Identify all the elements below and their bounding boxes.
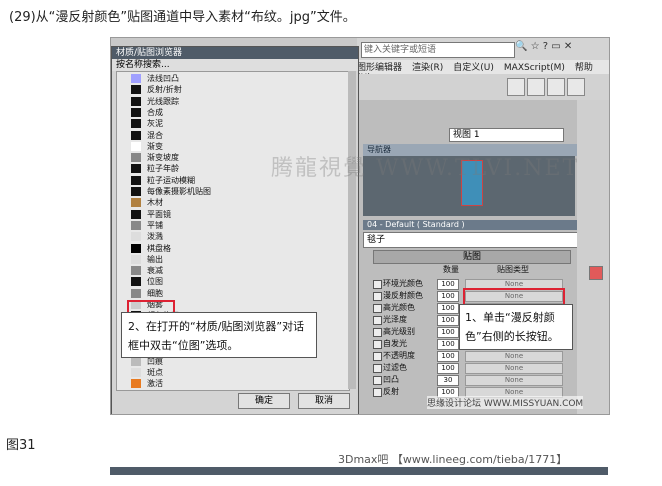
maps-rollout[interactable]: 贴图 <box>373 250 571 264</box>
maps-column-header: 数量 贴图类型 <box>373 264 569 276</box>
toolbar-button[interactable] <box>547 78 565 96</box>
map-checkbox[interactable] <box>373 316 382 325</box>
map-type-icon <box>131 266 141 276</box>
name-search-field[interactable]: 按名称搜索... <box>112 59 358 71</box>
map-button[interactable]: None <box>465 363 563 374</box>
map-type-icon <box>131 119 141 129</box>
menu-item[interactable]: 图形编辑器 <box>357 63 402 73</box>
map-label: 光泽度 <box>383 315 407 324</box>
help-icons: 🔍 ☆ ? ▭ ✕ <box>515 41 573 52</box>
map-checkbox[interactable] <box>373 364 382 373</box>
map-type-icon <box>131 220 141 230</box>
map-label: 环境光颜色 <box>383 279 423 288</box>
map-row: 过滤色 100 None <box>373 362 569 374</box>
map-type-icon <box>131 277 141 287</box>
cancel-button[interactable]: 取消 <box>298 393 350 409</box>
map-checkbox[interactable] <box>373 328 382 337</box>
amount-spinner[interactable]: 100 <box>437 315 459 326</box>
map-type-icon <box>131 153 141 163</box>
command-panel <box>577 100 609 414</box>
map-checkbox[interactable] <box>373 292 382 301</box>
amount-spinner[interactable]: 100 <box>437 351 459 362</box>
dialog-title: 材质/贴图浏览器 <box>112 47 358 59</box>
map-type-icon <box>131 379 141 389</box>
toolbar-button[interactable] <box>567 78 585 96</box>
figure-label: 图31 <box>6 438 36 453</box>
toolbar-button[interactable] <box>527 78 545 96</box>
menu-item[interactable]: 自定义(U) <box>453 63 494 73</box>
amount-spinner[interactable]: 100 <box>437 339 459 350</box>
next-dialog-title: 材质/贴图浏览器 <box>116 477 161 484</box>
main-toolbar <box>357 74 609 100</box>
map-type-icon <box>131 130 141 140</box>
amount-spinner[interactable]: 30 <box>437 375 459 386</box>
map-type-icon <box>131 141 141 151</box>
amount-header: 数量 <box>443 265 459 274</box>
map-label: 反射 <box>383 387 399 396</box>
map-type-icon <box>131 209 141 219</box>
map-label: 不透明度 <box>383 351 415 360</box>
map-type-icon <box>131 232 141 242</box>
amount-spinner[interactable]: 100 <box>437 279 459 290</box>
watermark-forum: 思缘设计论坛 WWW.MISSYUAN.COM <box>427 396 584 409</box>
watermark: 腾龍視覺 WWW.TLVI.NET <box>271 156 580 181</box>
map-type-icon <box>131 243 141 253</box>
map-type-icon <box>131 175 141 185</box>
map-type-icon <box>131 367 141 377</box>
maptype-header: 贴图类型 <box>497 265 529 274</box>
amount-spinner[interactable]: 100 <box>437 291 459 302</box>
map-button[interactable]: None <box>465 375 563 386</box>
map-type-icon <box>131 254 141 264</box>
map-label: 漫反射颜色 <box>383 291 423 300</box>
toolbar-button[interactable] <box>507 78 525 96</box>
map-row: 凹凸 30 None <box>373 374 569 386</box>
map-type-icon <box>131 96 141 106</box>
map-checkbox[interactable] <box>373 340 382 349</box>
material-header: 04 - Default ( Standard ) <box>363 220 579 230</box>
map-type-icon <box>131 74 141 83</box>
amount-spinner[interactable]: 100 <box>437 363 459 374</box>
ok-button[interactable]: 确定 <box>238 393 290 409</box>
search-input[interactable]: 键入关键字或短语 <box>361 42 515 58</box>
callout-step-1: 1、单击“漫反射颜色”右侧的长按钮。 <box>459 304 573 350</box>
map-label: 凹凸 <box>383 375 399 384</box>
map-checkbox[interactable] <box>373 388 382 397</box>
map-type-icon <box>131 107 141 117</box>
map-checkbox[interactable] <box>373 352 382 361</box>
callout-step-2: 2、在打开的“材质/贴图浏览器”对话框中双击“位图”选项。 <box>121 312 317 358</box>
menu-item[interactable]: 渲染(R) <box>412 63 443 73</box>
menu-bar: 图形编辑器渲染(R)自定义(U)MAXScript(M)帮助(H) <box>357 60 609 83</box>
map-checkbox[interactable] <box>373 304 382 313</box>
color-swatch[interactable] <box>589 266 603 280</box>
map-list-item[interactable]: 激活 <box>131 377 345 390</box>
material-name-field[interactable]: 毯子 <box>363 232 580 248</box>
next-screenshot-strip: 材质/贴图浏览器 <box>110 467 608 484</box>
tutorial-caption: (29)从“漫反射颜色”贴图通道中导入素材“布纹。jpg”文件。 <box>9 10 356 25</box>
menu-item[interactable]: MAXScript(M) <box>504 63 565 73</box>
map-button[interactable]: None <box>465 351 563 362</box>
map-type-icon <box>131 164 141 174</box>
map-type-icon <box>131 187 141 196</box>
amount-spinner[interactable]: 100 <box>437 303 459 314</box>
map-type-label: 激活 <box>147 379 163 389</box>
map-label: 高光级别 <box>383 327 415 336</box>
amount-spinner[interactable]: 100 <box>437 327 459 338</box>
footer-source: 3Dmax吧 【www.lineeg.com/tieba/1771】 <box>338 453 568 466</box>
map-label: 过滤色 <box>383 363 407 372</box>
map-checkbox[interactable] <box>373 280 382 289</box>
view-select[interactable]: 视图 1 <box>449 128 564 142</box>
map-type-icon <box>131 85 141 95</box>
map-type-icon <box>131 198 141 208</box>
map-type-icon <box>131 288 141 298</box>
material-map-browser: 材质/贴图浏览器 按名称搜索... 法线凹凸 反射/折射 光线跟踪 合成 灰泥 混合 渐变渐… <box>111 46 359 414</box>
map-label: 自发光 <box>383 339 407 348</box>
screenshot-frame: 键入关键字或短语 🔍 ☆ ? ▭ ✕ 图形编辑器 渲染(R) 自定义(U) MAXSc… <box>110 37 610 415</box>
map-row: 不透明度 100 None <box>373 350 569 362</box>
map-checkbox[interactable] <box>373 376 382 385</box>
map-label: 高光颜色 <box>383 303 415 312</box>
list-scrollbar[interactable] <box>348 71 356 389</box>
